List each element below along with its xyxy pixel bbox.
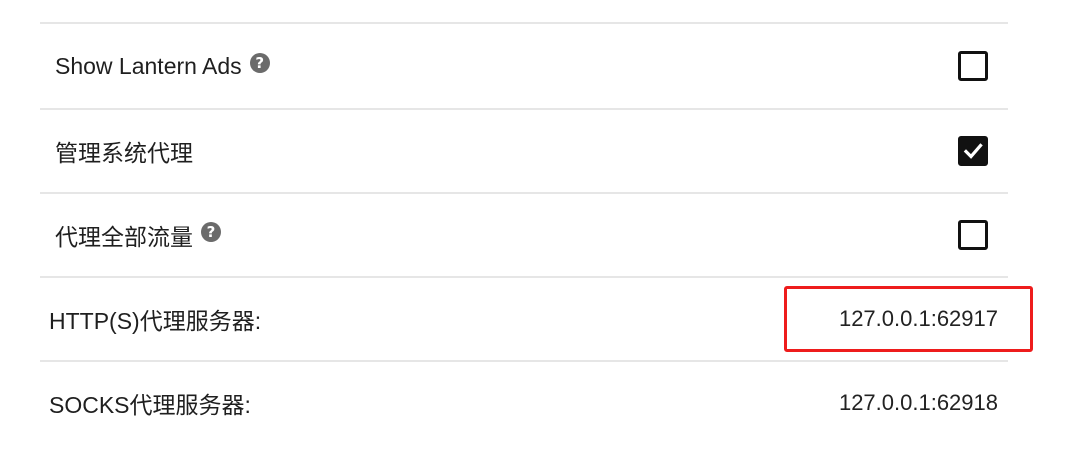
setting-row-proxy-all-traffic: 代理全部流量 ? bbox=[40, 192, 1008, 276]
setting-row-http-proxy: HTTP(S)代理服务器: 127.0.0.1:62917 bbox=[40, 276, 1008, 360]
checkmark-icon bbox=[963, 143, 983, 159]
setting-label-container: Show Lantern Ads ? bbox=[55, 24, 270, 108]
setting-row-socks-proxy: SOCKS代理服务器: 127.0.0.1:62918 bbox=[40, 360, 1008, 444]
help-question-icon[interactable]: ? bbox=[201, 222, 221, 242]
socks-proxy-value: 127.0.0.1:62918 bbox=[838, 390, 998, 415]
help-question-icon[interactable]: ? bbox=[249, 53, 270, 73]
setting-label-container: 管理系统代理 bbox=[55, 110, 193, 192]
proxy-all-traffic-checkbox[interactable] bbox=[958, 220, 988, 250]
http-proxy-value: 127.0.0.1:62917 bbox=[838, 306, 998, 331]
manage-system-proxy-checkbox[interactable] bbox=[958, 136, 988, 166]
show-lantern-ads-checkbox[interactable] bbox=[958, 51, 988, 81]
manage-system-proxy-label: 管理系统代理 bbox=[55, 140, 193, 166]
socks-proxy-label: SOCKS代理服务器: bbox=[49, 392, 251, 418]
setting-row-manage-system-proxy: 管理系统代理 bbox=[40, 108, 1008, 192]
settings-panel: Show Lantern Ads ? 管理系统代理 代理全部流量 ? HTTP(… bbox=[40, 22, 1008, 444]
http-proxy-label: HTTP(S)代理服务器: bbox=[49, 308, 262, 334]
setting-label-container: 代理全部流量 ? bbox=[55, 194, 221, 276]
proxy-all-traffic-label: 代理全部流量 bbox=[55, 224, 193, 250]
setting-row-show-lantern-ads: Show Lantern Ads ? bbox=[40, 22, 1008, 108]
show-lantern-ads-label: Show Lantern Ads bbox=[55, 52, 242, 79]
